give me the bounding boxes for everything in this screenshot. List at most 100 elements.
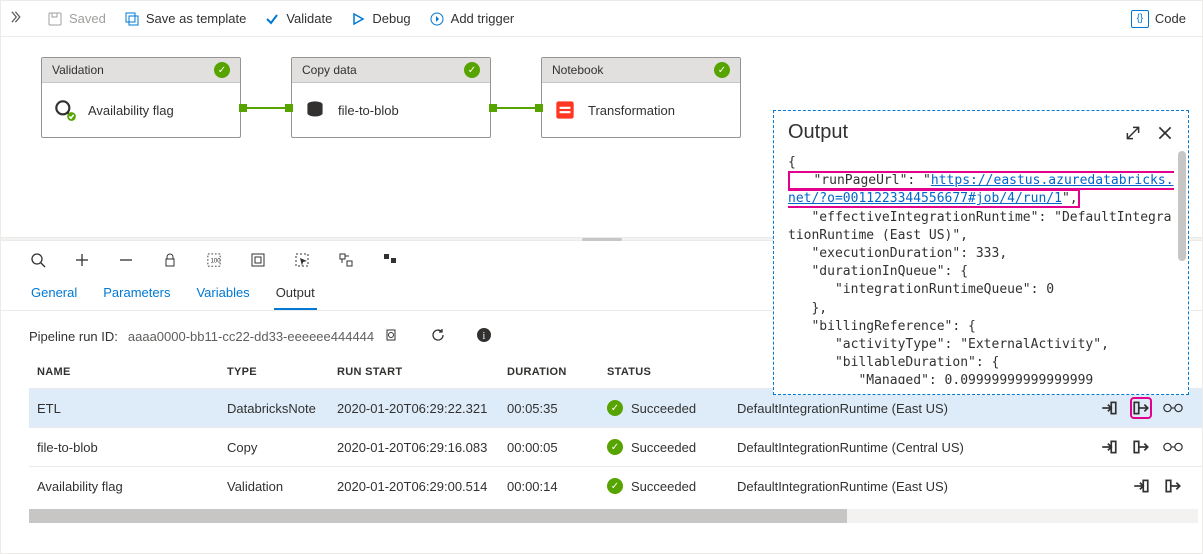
output-json: { "runPageUrl": "https://eastus.azuredat… — [788, 154, 1174, 384]
cell-name: ETL — [29, 389, 219, 428]
checkmark-icon: ✓ — [464, 62, 480, 78]
copy-icon[interactable] — [384, 327, 400, 346]
cell-runtime: DefaultIntegrationRuntime (Central US) — [729, 428, 1082, 467]
add-trigger-button[interactable]: Add trigger — [429, 11, 515, 27]
cell-status: ✓Succeeded — [599, 389, 729, 428]
saved-button: Saved — [47, 11, 106, 27]
cell-status: ✓Succeeded — [599, 428, 729, 467]
cell-duration: 00:00:05 — [499, 428, 599, 467]
panel-scrollbar[interactable] — [1178, 151, 1186, 384]
output-panel-title: Output — [788, 121, 848, 144]
col-name: NAME — [29, 356, 219, 389]
zoom-in-icon[interactable] — [73, 251, 91, 269]
pipeline-node[interactable]: Copy data ✓ file-to-blob — [291, 57, 491, 138]
row-actions — [1090, 438, 1194, 456]
input-icon[interactable] — [1100, 399, 1118, 417]
cell-runstart: 2020-01-20T06:29:00.514 — [329, 467, 499, 506]
col-status: STATUS — [599, 356, 729, 389]
cell-type: Validation — [219, 467, 329, 506]
zoom-fit-icon[interactable]: 100 — [205, 251, 223, 269]
select-icon[interactable] — [293, 251, 311, 269]
node-type: Copy data — [302, 63, 357, 77]
cell-runstart: 2020-01-20T06:29:22.321 — [329, 389, 499, 428]
checkmark-icon: ✓ — [714, 62, 730, 78]
input-icon[interactable] — [1132, 477, 1150, 495]
code-icon: {} — [1131, 10, 1149, 28]
pipeline-node[interactable]: Notebook ✓ Transformation — [541, 57, 741, 138]
search-icon[interactable] — [29, 251, 47, 269]
expand-chevrons-icon[interactable] — [11, 10, 25, 27]
output-icon[interactable] — [1132, 399, 1150, 417]
cell-type: Copy — [219, 428, 329, 467]
cell-type: DatabricksNote — [219, 389, 329, 428]
node-type: Notebook — [552, 63, 603, 77]
cell-runstart: 2020-01-20T06:29:16.083 — [329, 428, 499, 467]
row-actions — [1090, 477, 1194, 495]
node-type: Validation — [52, 63, 104, 77]
connector-endpoint — [489, 104, 497, 112]
cell-name: file-to-blob — [29, 428, 219, 467]
output-panel: Output { "runPageUrl": "https://eastus.a… — [773, 110, 1189, 395]
fit-screen-icon[interactable] — [249, 251, 267, 269]
cell-duration: 00:00:14 — [499, 467, 599, 506]
validate-button[interactable]: Validate — [264, 11, 332, 27]
output-icon[interactable] — [1132, 438, 1150, 456]
glasses-icon[interactable] — [1164, 399, 1182, 417]
tab-parameters[interactable]: Parameters — [101, 279, 172, 310]
pipeline-node[interactable]: Validation ✓ Availability flag — [41, 57, 241, 138]
node-name: Availability flag — [88, 103, 174, 118]
node-header: Copy data ✓ — [292, 58, 490, 83]
tab-general[interactable]: General — [29, 279, 79, 310]
table-row[interactable]: Availability flag Validation 2020-01-20T… — [29, 467, 1202, 506]
row-actions — [1090, 399, 1194, 417]
panel-scrollbar-thumb[interactable] — [1178, 151, 1186, 261]
tab-variables[interactable]: Variables — [194, 279, 251, 310]
glasses-icon[interactable] — [1164, 438, 1182, 456]
connector — [243, 107, 287, 109]
debug-button[interactable]: Debug — [350, 11, 410, 27]
cell-duration: 00:05:35 — [499, 389, 599, 428]
scrollbar-thumb[interactable] — [29, 509, 847, 523]
node-icon — [552, 97, 578, 123]
cell-name: Availability flag — [29, 467, 219, 506]
layout-icon[interactable] — [381, 251, 399, 269]
horizontal-scrollbar[interactable] — [29, 509, 1198, 523]
node-header: Validation ✓ — [42, 58, 240, 83]
lock-icon[interactable] — [161, 251, 179, 269]
svg-text:100: 100 — [211, 258, 222, 265]
run-id-label: Pipeline run ID: — [29, 329, 118, 344]
checkmark-icon: ✓ — [214, 62, 230, 78]
svg-text:i: i — [483, 331, 486, 342]
checkmark-icon: ✓ — [607, 400, 623, 416]
cell-runtime: DefaultIntegrationRuntime (East US) — [729, 467, 1082, 506]
connector-endpoint — [535, 104, 543, 112]
node-icon — [52, 97, 78, 123]
col-type: TYPE — [219, 356, 329, 389]
run-page-url-highlight: "runPageUrl": "https://eastus.azuredatab… — [788, 171, 1174, 208]
checkmark-icon: ✓ — [607, 478, 623, 494]
top-toolbar: Saved Save as template Validate Debug Ad… — [1, 1, 1202, 37]
node-header: Notebook ✓ — [542, 58, 740, 83]
info-icon[interactable]: i — [476, 327, 492, 346]
input-icon[interactable] — [1100, 438, 1118, 456]
refresh-icon[interactable] — [430, 327, 446, 346]
expand-icon[interactable] — [1124, 124, 1142, 142]
run-id-value: aaaa0000-bb11-cc22-dd33-eeeeee444444 — [128, 329, 374, 344]
close-icon[interactable] — [1156, 124, 1174, 142]
node-icon — [302, 97, 328, 123]
node-name: file-to-blob — [338, 103, 399, 118]
node-name: Transformation — [588, 103, 675, 118]
code-button[interactable]: {} Code — [1125, 8, 1192, 30]
connector-endpoint — [285, 104, 293, 112]
table-row[interactable]: file-to-blob Copy 2020-01-20T06:29:16.08… — [29, 428, 1202, 467]
zoom-out-icon[interactable] — [117, 251, 135, 269]
tab-output[interactable]: Output — [274, 279, 317, 310]
cell-status: ✓Succeeded — [599, 467, 729, 506]
auto-align-icon[interactable] — [337, 251, 355, 269]
connector-endpoint — [239, 104, 247, 112]
output-icon[interactable] — [1164, 477, 1182, 495]
col-runstart: RUN START — [329, 356, 499, 389]
col-duration: DURATION — [499, 356, 599, 389]
checkmark-icon: ✓ — [607, 439, 623, 455]
save-as-template-button[interactable]: Save as template — [124, 11, 246, 27]
